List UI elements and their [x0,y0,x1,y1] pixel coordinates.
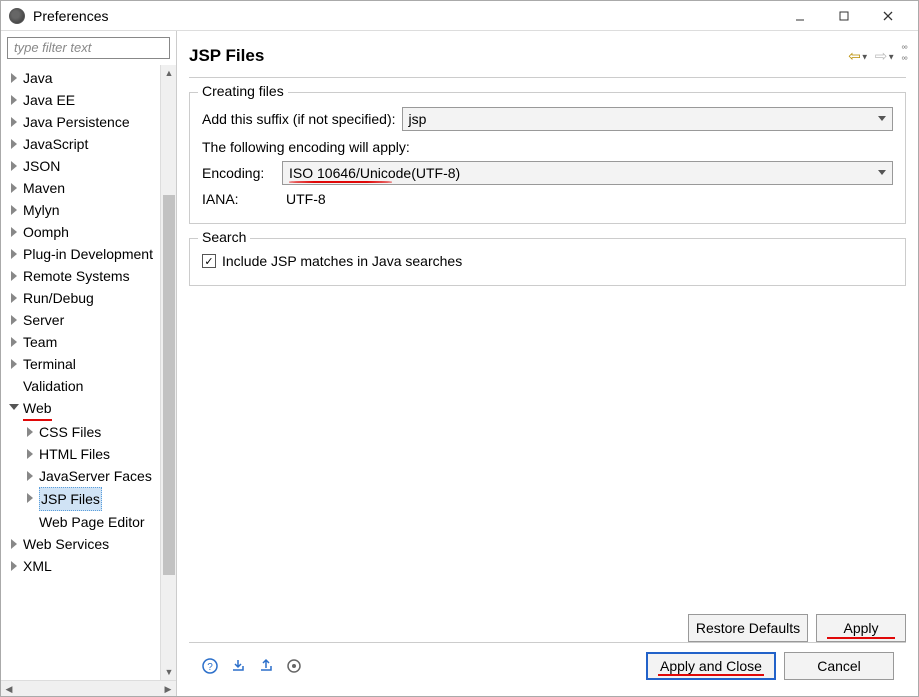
chevron-right-icon [7,269,21,283]
chevron-right-icon [7,159,21,173]
main-area: type filter text Java Java EE Java Persi… [1,31,918,696]
tree-item[interactable]: Team [5,331,176,353]
tree-item[interactable]: JavaServer Faces [5,465,176,487]
horizontal-scrollbar[interactable]: ◀ ▶ [1,680,176,696]
export-icon[interactable] [257,657,275,675]
chevron-right-icon [7,335,21,349]
scroll-right-icon[interactable]: ▶ [160,681,176,697]
scroll-left-icon[interactable]: ◀ [1,681,17,697]
include-jsp-checkbox[interactable] [202,254,216,268]
chevron-right-icon [23,447,37,461]
tree-item[interactable]: CSS Files [5,421,176,443]
tree-item[interactable]: JavaScript [5,133,176,155]
nav-forward-button[interactable]: ⇨▼ [875,47,896,65]
chevron-down-icon [878,116,886,121]
include-jsp-label: Include JSP matches in Java searches [222,253,462,269]
restore-defaults-button[interactable]: Restore Defaults [688,614,808,642]
tree-item[interactable]: Validation [5,375,176,397]
chevron-down-icon [878,170,886,175]
page-title: JSP Files [189,46,848,66]
chevron-right-icon [7,247,21,261]
close-button[interactable] [866,2,910,30]
tree-item[interactable]: Remote Systems [5,265,176,287]
vertical-scrollbar[interactable]: ▲ ▼ [160,65,176,680]
tree-item[interactable]: XML [5,555,176,577]
scroll-down-icon[interactable]: ▼ [161,664,176,680]
cancel-button[interactable]: Cancel [784,652,894,680]
chevron-right-icon [23,469,37,483]
scroll-thumb[interactable] [163,195,175,575]
content-pane: JSP Files ⇦▼ ⇨▼ ° °° ° Creating files Ad… [177,31,918,696]
chevron-right-icon [7,291,21,305]
app-icon [9,8,25,24]
sidebar: type filter text Java Java EE Java Persi… [1,31,177,696]
encoding-label: Encoding: [202,165,276,181]
chevron-right-icon [7,71,21,85]
tree-item[interactable]: Maven [5,177,176,199]
import-icon[interactable] [229,657,247,675]
nav-back-button[interactable]: ⇦▼ [848,47,869,65]
encoding-combo[interactable]: ISO 10646/Unicode(UTF-8) [282,161,893,185]
suffix-combo[interactable]: jsp [402,107,894,131]
tree-item[interactable]: HTML Files [5,443,176,465]
tree-item[interactable]: Mylyn [5,199,176,221]
window-title: Preferences [33,8,778,24]
tree-item[interactable]: Java [5,67,176,89]
scroll-up-icon[interactable]: ▲ [161,65,176,81]
oomph-record-icon[interactable] [285,657,303,675]
group-legend: Creating files [198,83,288,99]
chevron-right-icon [7,115,21,129]
chevron-down-icon [7,401,21,415]
chevron-right-icon [23,491,37,505]
group-legend: Search [198,229,250,245]
chevron-right-icon [7,357,21,371]
group-search: Search Include JSP matches in Java searc… [189,238,906,286]
svg-text:?: ? [207,662,213,673]
chevron-right-icon [7,537,21,551]
dialog-footer: ? Apply and Close Cancel [189,642,906,688]
suffix-value: jsp [409,111,427,127]
tree-item[interactable]: Web Page Editor [5,511,176,533]
apply-button[interactable]: Apply [816,614,906,642]
chevron-right-icon [7,559,21,573]
maximize-button[interactable] [822,2,866,30]
chevron-right-icon [7,225,21,239]
tree-item[interactable]: Java Persistence [5,111,176,133]
encoding-note: The following encoding will apply: [202,139,410,155]
tree-item-jsp-files[interactable]: JSP Files [5,487,176,511]
iana-label: IANA: [202,191,276,207]
tree-item[interactable]: Terminal [5,353,176,375]
view-menu-icon[interactable]: ° °° ° [901,45,906,67]
iana-value: UTF-8 [282,191,326,207]
group-creating-files: Creating files Add this suffix (if not s… [189,92,906,224]
chevron-right-icon [7,313,21,327]
page-header: JSP Files ⇦▼ ⇨▼ ° °° ° [189,39,906,78]
tree-item-web[interactable]: Web [5,397,176,421]
tree-item[interactable]: Oomph [5,221,176,243]
filter-text-input[interactable]: type filter text [7,37,170,59]
tree-item[interactable]: Plug-in Development [5,243,176,265]
title-bar: Preferences [1,1,918,31]
chevron-right-icon [7,137,21,151]
help-icon[interactable]: ? [201,657,219,675]
preference-tree[interactable]: Java Java EE Java Persistence JavaScript… [1,65,176,680]
minimize-button[interactable] [778,2,822,30]
tree-item[interactable]: Web Services [5,533,176,555]
chevron-right-icon [23,425,37,439]
chevron-right-icon [7,93,21,107]
chevron-right-icon [7,203,21,217]
tree-item[interactable]: Server [5,309,176,331]
tree-item[interactable]: Java EE [5,89,176,111]
suffix-label: Add this suffix (if not specified): [202,111,396,127]
encoding-value: ISO 10646/Unicode(UTF-8) [289,165,460,181]
tree-item[interactable]: Run/Debug [5,287,176,309]
chevron-right-icon [7,181,21,195]
apply-and-close-button[interactable]: Apply and Close [646,652,776,680]
tree-item[interactable]: JSON [5,155,176,177]
